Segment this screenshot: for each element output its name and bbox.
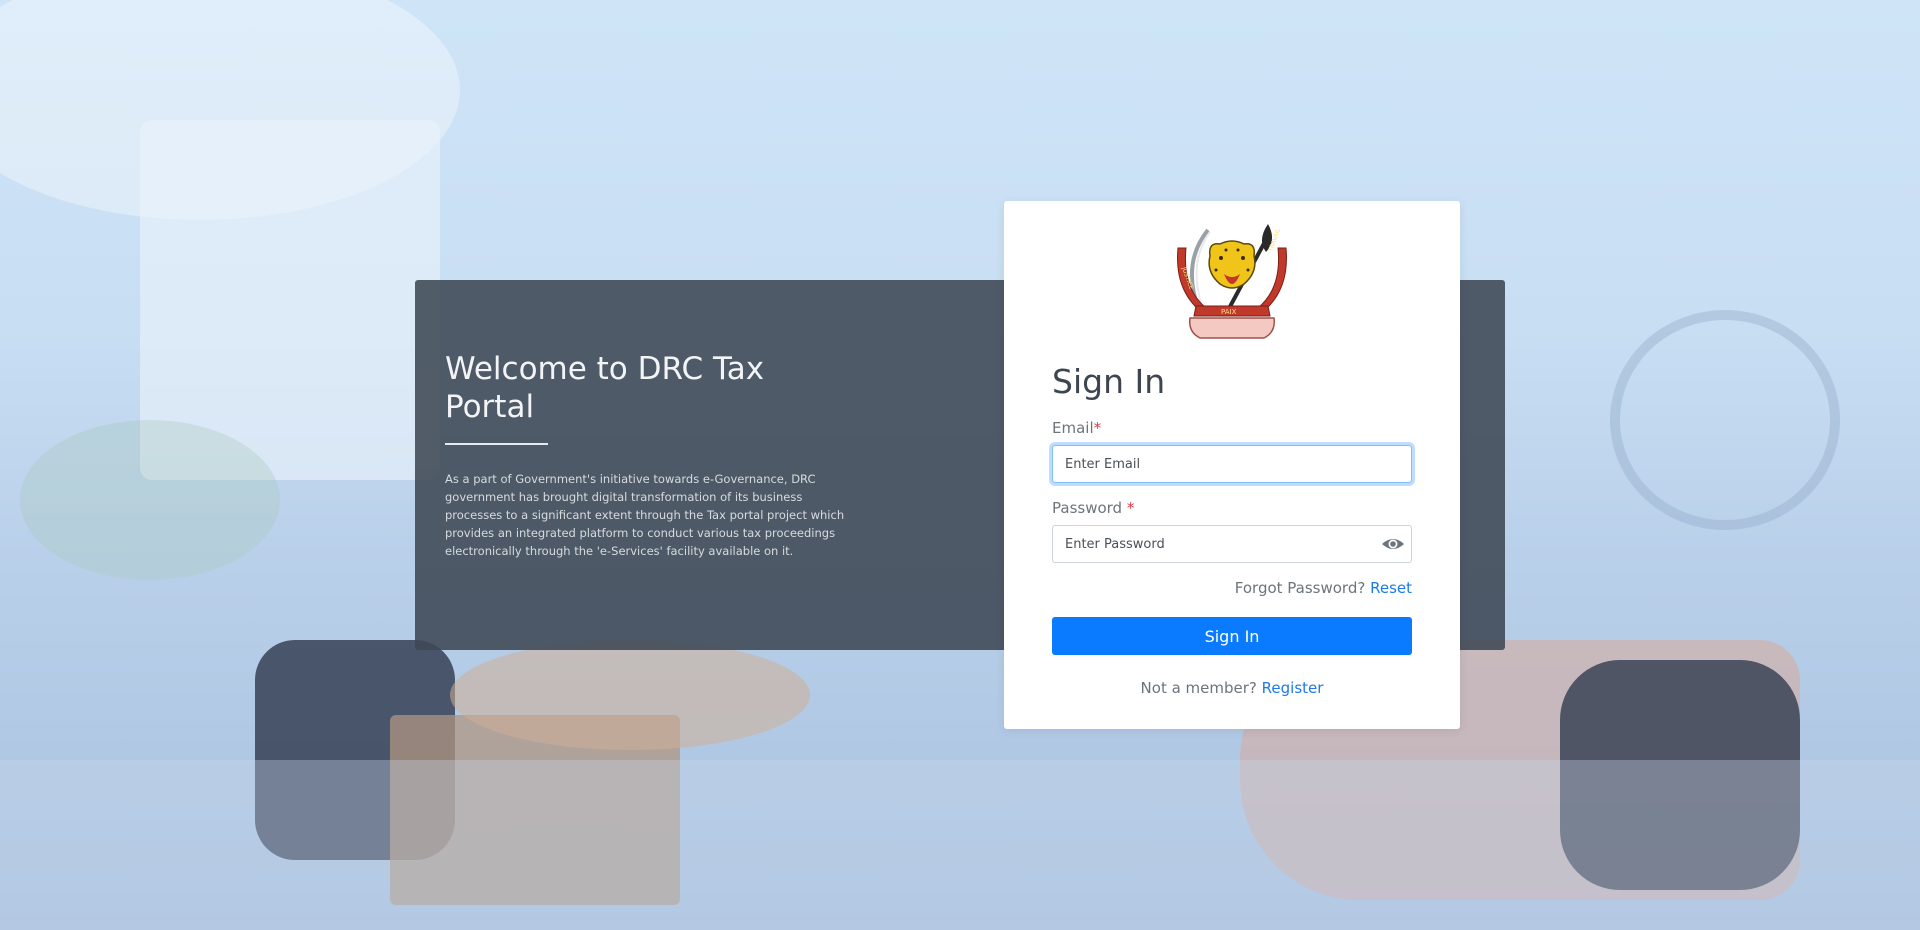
register-line: Not a member? Register xyxy=(1052,679,1412,697)
forgot-password-text: Forgot Password? xyxy=(1234,579,1366,597)
eye-icon[interactable] xyxy=(1381,534,1405,554)
email-label: Email* xyxy=(1052,419,1101,437)
forgot-password-line: Forgot Password? Reset xyxy=(1052,579,1412,597)
password-field-wrapper xyxy=(1052,525,1412,563)
password-label: Password * xyxy=(1052,499,1134,517)
sign-in-button[interactable]: Sign In xyxy=(1052,617,1412,655)
reset-link[interactable]: Reset xyxy=(1370,579,1412,597)
password-required-mark: * xyxy=(1126,499,1135,517)
welcome-divider xyxy=(445,443,548,445)
welcome-description: As a part of Government's initiative tow… xyxy=(445,472,845,558)
not-member-text: Not a member? xyxy=(1140,679,1257,697)
password-input[interactable] xyxy=(1053,526,1377,562)
svg-text:PAIX: PAIX xyxy=(1221,308,1237,316)
email-input[interactable] xyxy=(1053,446,1377,482)
email-required-mark: * xyxy=(1093,419,1102,437)
register-link[interactable]: Register xyxy=(1262,679,1324,697)
sign-in-title: Sign In xyxy=(1052,362,1166,401)
email-field-wrapper xyxy=(1052,445,1412,483)
password-label-text: Password xyxy=(1052,499,1123,517)
drc-coat-of-arms-logo: JUSTICE TRAVAIL PAIX xyxy=(1177,224,1287,339)
welcome-title: Welcome to DRC Tax Portal xyxy=(445,351,765,425)
email-label-text: Email xyxy=(1052,419,1094,437)
